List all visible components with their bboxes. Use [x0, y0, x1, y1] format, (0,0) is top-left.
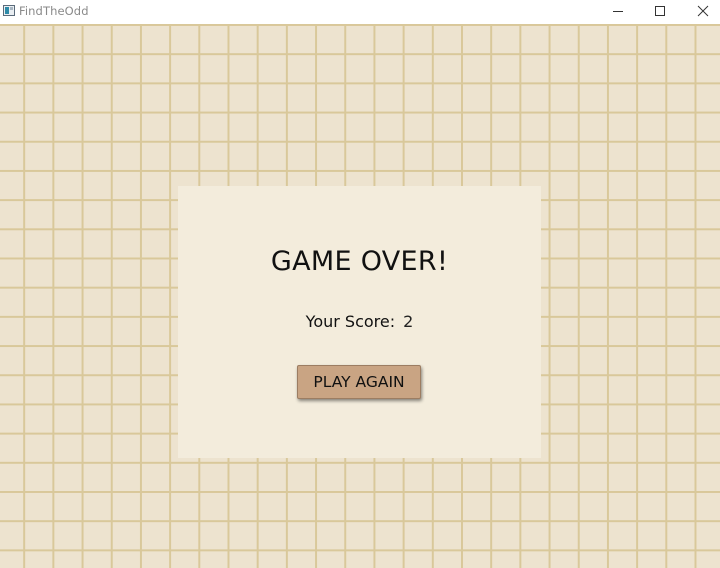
maximize-icon: [655, 6, 665, 16]
play-again-button[interactable]: PLAY AGAIN: [297, 365, 421, 399]
close-icon: [697, 5, 709, 17]
game-over-dialog: GAME OVER! Your Score: 2 PLAY AGAIN: [178, 186, 541, 458]
close-button[interactable]: [680, 0, 720, 24]
window-title: FindTheOdd: [19, 4, 89, 18]
maximize-button[interactable]: [638, 0, 682, 24]
app-icon: [3, 5, 15, 16]
minimize-icon: [613, 11, 623, 12]
game-board-grid: GAME OVER! Your Score: 2 PLAY AGAIN: [0, 24, 720, 568]
game-over-title: GAME OVER!: [270, 246, 449, 277]
title-bar[interactable]: FindTheOdd: [0, 0, 720, 24]
score-value: 2: [403, 312, 414, 331]
score-row: Your Score: 2: [178, 312, 541, 331]
app-window: FindTheOdd GAME OVER! Your Score: 2 PLAY …: [0, 0, 720, 568]
score-label: Your Score:: [305, 312, 396, 331]
minimize-button[interactable]: [596, 0, 640, 24]
